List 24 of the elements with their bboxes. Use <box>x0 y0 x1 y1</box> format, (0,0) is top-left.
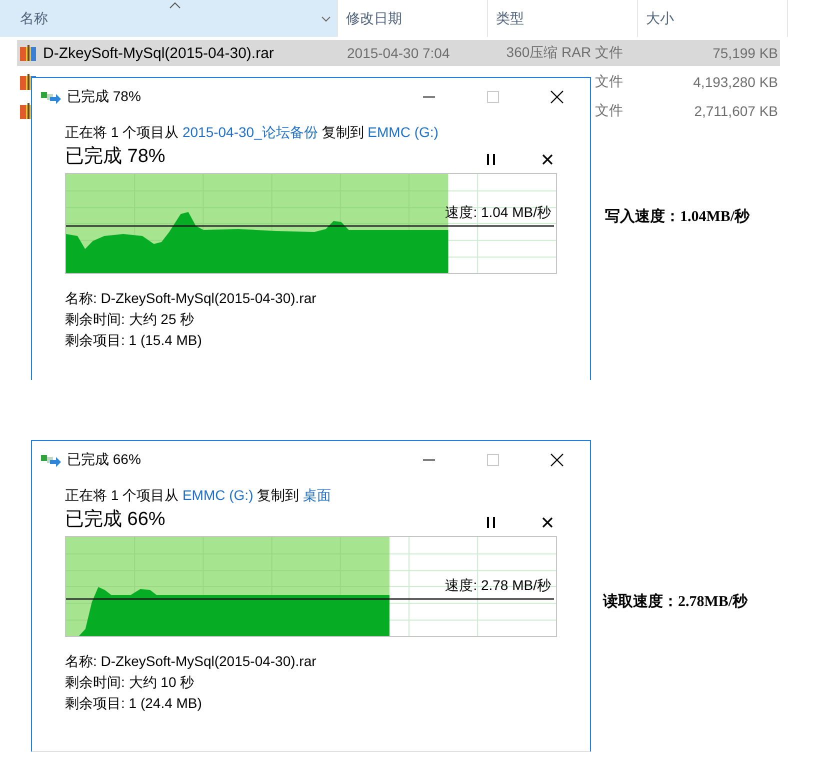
time-remaining: 剩余时间: 大约 25 秒 <box>65 310 196 329</box>
window-title: 已完成 66% <box>67 451 141 469</box>
copy-description: 正在将 1 个项目从 2015-04-30_论坛备份 复制到 EMMC (G:) <box>65 123 440 142</box>
copy-description: 正在将 1 个项目从 EMMC (G:) 复制到 桌面 <box>65 486 332 505</box>
progress-label: 已完成 78% <box>65 145 166 169</box>
file-size: 2,711,607 KB <box>694 103 778 119</box>
file-size: 75,199 KB <box>712 45 778 61</box>
speed-caption: 读取速度：2.78MB/秒 <box>603 592 748 611</box>
file-type: 文件 <box>595 102 623 120</box>
time-remaining: 剩余时间: 大约 10 秒 <box>65 673 196 692</box>
file-name: 名称: D-ZkeySoft-MySql(2015-04-30).rar <box>65 289 318 308</box>
items-remaining: 剩余项目: 1 (24.4 MB) <box>65 694 203 713</box>
file-size: 4,193,280 KB <box>693 74 778 90</box>
file-name: D-ZkeySoft-MySql(2015-04-30).rar <box>43 44 274 62</box>
progress-label: 已完成 66% <box>65 508 166 532</box>
speed-label: 速度: 1.04 MB/秒 <box>445 204 551 222</box>
items-remaining: 剩余项目: 1 (15.4 MB) <box>65 331 203 350</box>
speed-label: 速度: 2.78 MB/秒 <box>445 577 551 595</box>
file-date: 2015-04-30 7:04 <box>347 45 450 61</box>
file-name: 名称: D-ZkeySoft-MySql(2015-04-30).rar <box>65 652 318 671</box>
file-type: 360压缩 RAR 文件 <box>506 44 623 62</box>
file-type: 文件 <box>595 73 623 91</box>
window-title: 已完成 78% <box>67 88 141 106</box>
speed-caption: 写入速度：1.04MB/秒 <box>605 207 750 226</box>
